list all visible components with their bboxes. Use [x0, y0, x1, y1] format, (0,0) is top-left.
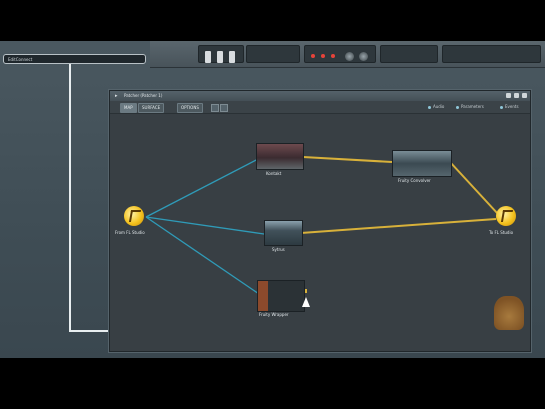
connection-wires: [145, 156, 499, 297]
kontakt-label: Kontakt: [266, 171, 282, 176]
kontakt-thumbnail[interactable]: [256, 143, 304, 170]
fruity-wrapper-thumbnail[interactable]: [257, 280, 305, 312]
fl-studio-fruit-icon[interactable]: [496, 206, 516, 226]
event-wire-kontakt[interactable]: [145, 156, 263, 218]
audio-wire-convolver-out[interactable]: [449, 161, 499, 215]
fl-studio-logo-icon: [494, 296, 524, 330]
audio-wire-kontakt-convolver[interactable]: [302, 156, 393, 163]
mouse-cursor-icon: [302, 297, 310, 307]
sytrus-thumbnail[interactable]: [264, 220, 303, 246]
from-fl-studio-label: From FL Studio: [115, 230, 145, 235]
to-fl-studio-label: To FL Studio: [489, 230, 514, 235]
event-wire-sytrus[interactable]: [145, 216, 265, 235]
fl-studio-fruit-icon[interactable]: [124, 206, 144, 226]
fruity-wrapper-label: Fruity Wrapper: [259, 312, 289, 317]
audio-wire-sytrus-out[interactable]: [300, 218, 497, 234]
fruity-convolver-label: Fruity Convolver: [398, 178, 431, 183]
sytrus-label: Sytrus: [272, 247, 285, 252]
event-wire-wrapper[interactable]: [145, 216, 263, 297]
fruity-convolver-thumbnail[interactable]: [392, 150, 452, 177]
